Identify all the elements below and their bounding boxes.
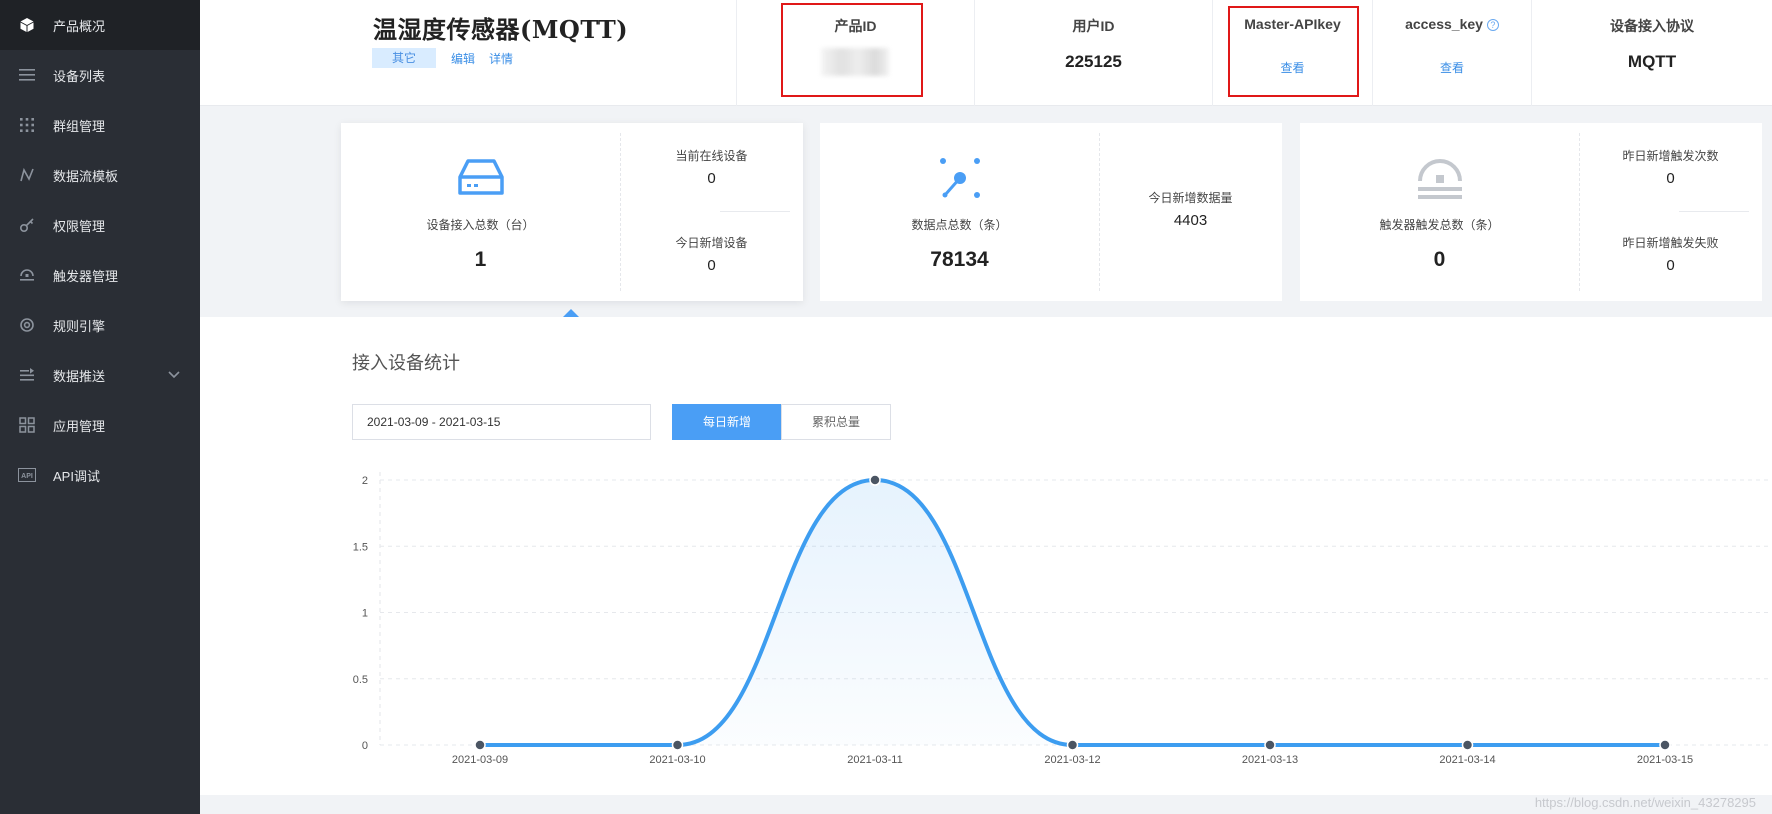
y-tick-label: 0 (362, 740, 368, 752)
access-key-cell: access_key? 查看 (1372, 0, 1531, 106)
selected-card-pointer (563, 309, 579, 317)
online-devices-value: 0 (707, 170, 716, 187)
protocol-label: 设备接入协议 (1610, 18, 1694, 34)
sidebar-item-datastream[interactable]: 数据流模板 (0, 150, 200, 200)
sidebar-item-label: 应用管理 (53, 418, 106, 434)
sidebar-item-triggers[interactable]: 触发器管理 (0, 250, 200, 300)
edit-link[interactable]: 编辑 (451, 50, 475, 67)
online-devices-label: 当前在线设备 (675, 149, 748, 163)
cube-icon (18, 16, 36, 34)
trigger-total-value: 0 (1433, 248, 1446, 271)
new-triggers-yesterday-value: 0 (1666, 170, 1675, 187)
category-tag: 其它 (372, 48, 436, 68)
x-tick-label: 2021-03-12 (1044, 754, 1100, 766)
watermark: https://blog.csdn.net/weixin_43278295 (1534, 795, 1756, 810)
device-stats-panel: 接入设备统计 2021-03-09 - 2021-03-15 每日新增 累积总量… (200, 317, 1772, 795)
trigger-stats-card[interactable]: 触发器触发总数（条） 0 昨日新增触发次数 0 昨日新增触发失败 0 (1300, 123, 1762, 301)
failed-triggers-yesterday-value: 0 (1666, 257, 1675, 274)
push-icon (18, 366, 36, 384)
data-point[interactable] (1066, 739, 1079, 751)
sidebar-item-apps[interactable]: 应用管理 (0, 400, 200, 450)
x-tick-label: 2021-03-10 (649, 754, 705, 766)
y-tick-label: 0.5 (353, 674, 368, 686)
detail-link[interactable]: 详情 (489, 50, 513, 67)
highlight-box-product-id (781, 3, 923, 97)
data-point[interactable] (1264, 739, 1276, 751)
sidebar-item-label: 触发器管理 (53, 268, 119, 284)
sidebar-item-api-debug[interactable]: API API调试 (0, 450, 200, 500)
list-icon (18, 66, 36, 84)
sidebar-item-rules[interactable]: 规则引擎 (0, 300, 200, 350)
x-tick-label: 2021-03-11 (847, 754, 902, 766)
datapoint-total-value: 78134 (930, 248, 989, 271)
device-line-chart: 0 0.5 1 1.5 2 2021-03-09 2021-03-10 2021-03-11… (353, 472, 1772, 766)
flow-icon (18, 166, 36, 184)
sidebar: 产品概况 设备列表 群组管理 数据流模板 权限管理 触发器管理 规则引擎 数据推… (0, 0, 200, 814)
divider (1679, 211, 1749, 212)
datapoint-stats-card[interactable]: 数据点总数（条） 78134 今日新增数据量 4403 (820, 123, 1282, 301)
device-stats-card[interactable]: 设备接入总数（台） 1 当前在线设备 0 今日新增设备 0 (341, 123, 803, 301)
new-data-today-value: 4403 (1173, 212, 1208, 229)
trigger-total-label: 触发器触发总数（条） (1379, 218, 1500, 232)
data-nodes-icon (940, 158, 980, 198)
sidebar-item-label: 规则引擎 (53, 318, 106, 334)
new-triggers-yesterday-label: 昨日新增触发次数 (1622, 149, 1719, 163)
x-tick-label: 2021-03-14 (1439, 754, 1495, 766)
help-icon[interactable]: ? (1486, 19, 1499, 31)
y-tick-label: 1 (362, 608, 368, 620)
device-drive-icon (458, 159, 504, 195)
x-tick-label: 2021-03-09 (452, 754, 508, 766)
new-data-today-label: 今日新增数据量 (1148, 191, 1233, 205)
sidebar-item-devices[interactable]: 设备列表 (0, 50, 200, 100)
sidebar-item-overview[interactable]: 产品概况 (0, 0, 200, 50)
rule-icon (18, 316, 36, 334)
protocol-value: MQTT (1627, 52, 1677, 71)
sidebar-item-label: 产品概况 (53, 18, 106, 34)
y-tick-label: 1.5 (353, 541, 368, 553)
grid-dots-icon (18, 116, 36, 134)
svg-text:API: API (21, 473, 33, 480)
product-header: 温湿度传感器(MQTT) 其它 编辑 详情 产品ID 用户ID 225125 M… (200, 0, 1772, 106)
highlight-box-master-apikey (1228, 6, 1359, 97)
view-access-key-link[interactable]: 查看 (1373, 59, 1531, 76)
data-point[interactable] (1461, 739, 1474, 751)
api-icon: API (18, 466, 36, 484)
sidebar-item-label: 数据推送 (53, 368, 106, 384)
sidebar-item-label: 群组管理 (53, 118, 106, 134)
device-total-label: 设备接入总数（台） (426, 218, 535, 232)
access-key-label-wrap: access_key? (1373, 16, 1531, 32)
datapoint-total-label: 数据点总数（条） (911, 218, 1008, 232)
apps-icon (18, 416, 36, 434)
data-point[interactable] (869, 474, 881, 486)
user-id-label: 用户ID (1072, 18, 1115, 34)
y-tick-label: 2 (362, 475, 368, 487)
protocol-cell: 设备接入协议 MQTT (1531, 0, 1772, 106)
data-point[interactable] (671, 739, 684, 751)
product-title: 温湿度传感器(MQTT) (373, 15, 629, 44)
sidebar-item-groups[interactable]: 群组管理 (0, 100, 200, 150)
new-devices-today-value: 0 (707, 257, 716, 274)
device-total-value: 1 (474, 248, 487, 271)
sidebar-item-label: 权限管理 (53, 218, 106, 234)
access-key-label: access_key (1405, 16, 1483, 32)
x-tick-label: 2021-03-15 (1637, 754, 1693, 766)
sidebar-item-label: 数据流模板 (53, 168, 119, 184)
key-icon (18, 216, 36, 234)
data-point[interactable] (1659, 739, 1671, 751)
x-tick-label: 2021-03-13 (1242, 754, 1298, 766)
sidebar-item-datapush[interactable]: 数据推送 (0, 350, 200, 400)
data-point[interactable] (474, 739, 486, 751)
trigger-icon (18, 266, 36, 284)
user-id-cell: 用户ID 225125 (974, 0, 1212, 106)
user-id-value: 225125 (1065, 52, 1122, 71)
divider (720, 211, 790, 212)
chevron-down-icon[interactable] (168, 367, 180, 382)
new-devices-today-label: 今日新增设备 (675, 236, 748, 250)
sidebar-item-label: 设备列表 (53, 68, 106, 84)
trigger-bell-icon (1418, 159, 1462, 199)
failed-triggers-yesterday-label: 昨日新增触发失败 (1622, 236, 1719, 250)
sidebar-item-permissions[interactable]: 权限管理 (0, 200, 200, 250)
sidebar-item-label: API调试 (53, 468, 100, 484)
